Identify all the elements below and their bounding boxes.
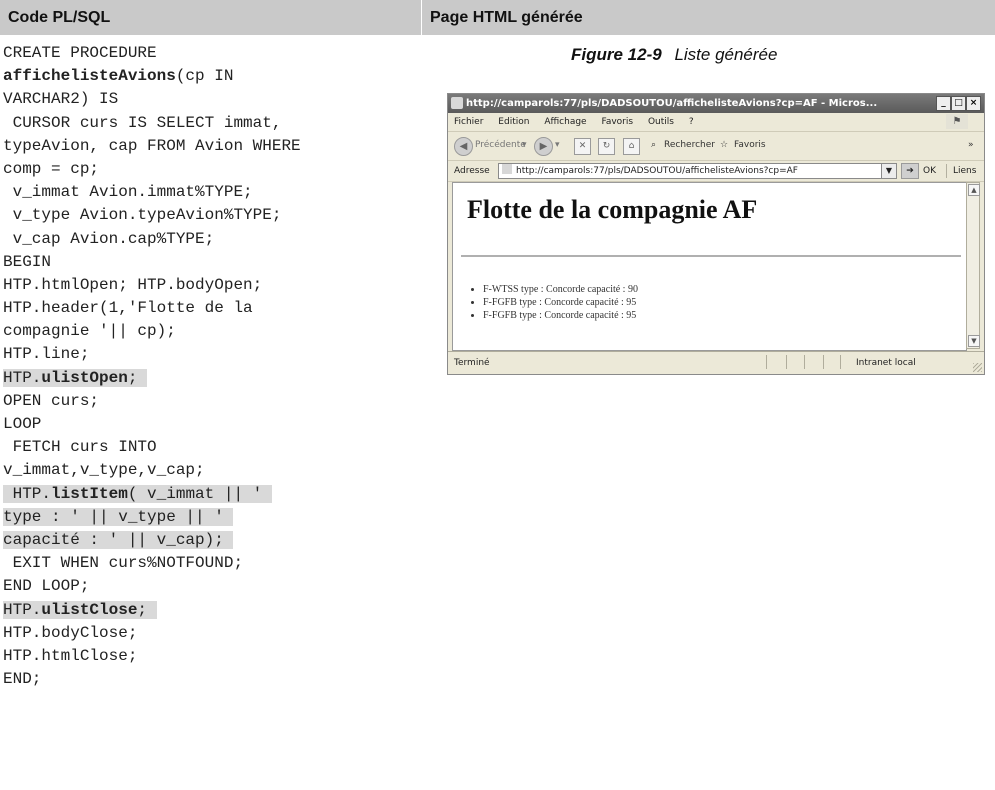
close-icon[interactable]: × <box>966 96 981 111</box>
addressbar-divider <box>946 164 947 178</box>
page-heading: Flotte de la compagnie AF <box>467 195 758 224</box>
maximize-icon[interactable]: □ <box>951 96 966 111</box>
browser-menubar: Fichier Edition Affichage Favoris Outils… <box>448 113 984 132</box>
code-line: FETCH curs INTO <box>3 438 157 457</box>
windows-flag-icon: ⚑ <box>946 114 968 129</box>
code-line: CURSOR curs IS SELECT immat, <box>3 113 282 132</box>
code-line: HTP.header(1,'Flotte de la <box>3 299 253 318</box>
code-line: END; <box>3 670 42 689</box>
list-item: F-FGFB type : Concorde capacité : 95 <box>483 296 638 309</box>
figure-number: Figure 12-9 <box>571 45 662 64</box>
code-line: v_immat Avion.immat%TYPE; <box>3 183 253 202</box>
code-line: EXIT WHEN curs%NOTFOUND; <box>3 554 244 573</box>
favorites-star-icon[interactable]: ☆ <box>720 140 728 150</box>
code-line: OPEN curs; <box>3 391 100 410</box>
refresh-icon[interactable]: ↻ <box>598 138 615 155</box>
browser-toolbar: ◀ Précédente ▾ ▶ ▾ ✕ ↻ ⌂ ⌕ Rechercher ☆ … <box>448 132 984 161</box>
favorites-button-label[interactable]: Favoris <box>734 140 766 150</box>
code-line: typeAvion, cap FROM Avion WHERE <box>3 136 301 155</box>
browser-content-area: Flotte de la compagnie AF F-WTSS type : … <box>452 182 967 351</box>
back-button-label[interactable]: Précédente <box>475 140 526 150</box>
horizontal-rule <box>461 255 961 257</box>
code-line: affichelisteAvions(cp IN <box>3 67 234 86</box>
figure-caption: Figure 12-9 Liste générée <box>571 45 777 65</box>
plsql-code-listing: CREATE PROCEDURE affichelisteAvions(cp IN… <box>3 42 418 691</box>
code-line: LOOP <box>3 415 42 433</box>
code-line: CREATE PROCEDURE <box>3 44 157 62</box>
code-line: HTP.ulistOpen; <box>3 368 148 387</box>
menu-help[interactable]: ? <box>689 117 694 127</box>
address-dropdown-icon[interactable]: ▼ <box>881 163 897 179</box>
go-button-label[interactable]: OK <box>923 161 936 181</box>
html-column-header: Page HTML générée <box>421 0 995 35</box>
browser-window-screenshot: http://camparols:77/pls/DADSOUTOU/affich… <box>447 93 985 375</box>
code-line: v_immat,v_type,v_cap; <box>3 461 205 480</box>
menu-outils[interactable]: Outils <box>648 117 674 127</box>
menu-affichage[interactable]: Affichage <box>544 117 586 127</box>
vertical-scrollbar[interactable]: ▲ ▼ <box>966 182 980 349</box>
stop-icon[interactable]: ✕ <box>574 138 591 155</box>
address-input[interactable]: http://camparols:77/pls/DADSOUTOU/affich… <box>498 163 882 179</box>
back-arrow-icon[interactable]: ◀ <box>454 137 473 156</box>
code-line: HTP.htmlOpen; HTP.bodyOpen; <box>3 275 263 294</box>
minimize-icon[interactable]: _ <box>936 96 951 111</box>
forward-dropdown-icon[interactable]: ▾ <box>555 140 560 150</box>
code-line: capacité : ' || v_cap); <box>3 530 234 549</box>
status-divider <box>823 355 824 369</box>
address-value: http://camparols:77/pls/DADSOUTOU/affich… <box>516 166 798 176</box>
code-line: HTP.htmlClose; <box>3 646 138 665</box>
search-icon[interactable]: ⌕ <box>651 140 656 150</box>
code-line: END LOOP; <box>3 577 90 596</box>
browser-title: http://camparols:77/pls/DADSOUTOU/affich… <box>466 98 878 109</box>
toolbar-overflow-icon[interactable]: » <box>968 140 974 150</box>
page-icon <box>502 164 512 174</box>
status-text: Terminé <box>454 358 490 368</box>
forward-arrow-icon[interactable]: ▶ <box>534 137 553 156</box>
code-line: type : ' || v_type || ' <box>3 507 234 526</box>
figure-title: Liste générée <box>674 45 778 64</box>
links-label[interactable]: Liens <box>953 161 976 181</box>
generated-list: F-WTSS type : Concorde capacité : 90 F-F… <box>463 283 638 322</box>
list-item: F-WTSS type : Concorde capacité : 90 <box>483 283 638 296</box>
code-line: v_type Avion.typeAvion%TYPE; <box>3 206 282 225</box>
resize-grip-icon[interactable] <box>973 363 982 372</box>
ie-logo-icon <box>451 97 463 109</box>
code-line: BEGIN <box>3 252 52 271</box>
code-line: HTP.bodyClose; <box>3 623 138 642</box>
scroll-down-icon[interactable]: ▼ <box>968 335 980 347</box>
code-line: HTP.line; <box>3 345 90 364</box>
back-dropdown-icon[interactable]: ▾ <box>522 140 527 150</box>
go-arrow-icon[interactable]: ➔ <box>901 163 919 179</box>
status-divider <box>786 355 787 369</box>
code-line: comp = cp; <box>3 159 100 178</box>
home-icon[interactable]: ⌂ <box>623 138 640 155</box>
list-item: F-FGFB type : Concorde capacité : 95 <box>483 309 638 322</box>
menu-fichier[interactable]: Fichier <box>454 117 483 127</box>
code-column-header: Code PL/SQL <box>0 0 421 35</box>
search-button-label[interactable]: Rechercher <box>664 140 715 150</box>
code-line: HTP.ulistClose; <box>3 600 157 619</box>
status-divider <box>766 355 767 369</box>
code-line: VARCHAR2) IS <box>3 90 119 109</box>
intranet-zone-icon <box>840 355 841 369</box>
status-divider <box>804 355 805 369</box>
browser-addressbar: Adresse http://camparols:77/pls/DADSOUTO… <box>448 161 984 182</box>
code-line: HTP.listItem( v_immat || ' <box>3 484 272 503</box>
menu-edition[interactable]: Edition <box>498 117 529 127</box>
security-zone-label: Intranet local <box>856 358 916 368</box>
address-label: Adresse <box>454 166 490 176</box>
menu-favoris[interactable]: Favoris <box>601 117 633 127</box>
browser-statusbar: Terminé Intranet local <box>448 351 984 374</box>
scroll-up-icon[interactable]: ▲ <box>968 184 980 196</box>
code-line: compagnie '|| cp); <box>3 322 176 341</box>
code-line: v_cap Avion.cap%TYPE; <box>3 229 215 248</box>
browser-titlebar: http://camparols:77/pls/DADSOUTOU/affich… <box>448 94 984 113</box>
